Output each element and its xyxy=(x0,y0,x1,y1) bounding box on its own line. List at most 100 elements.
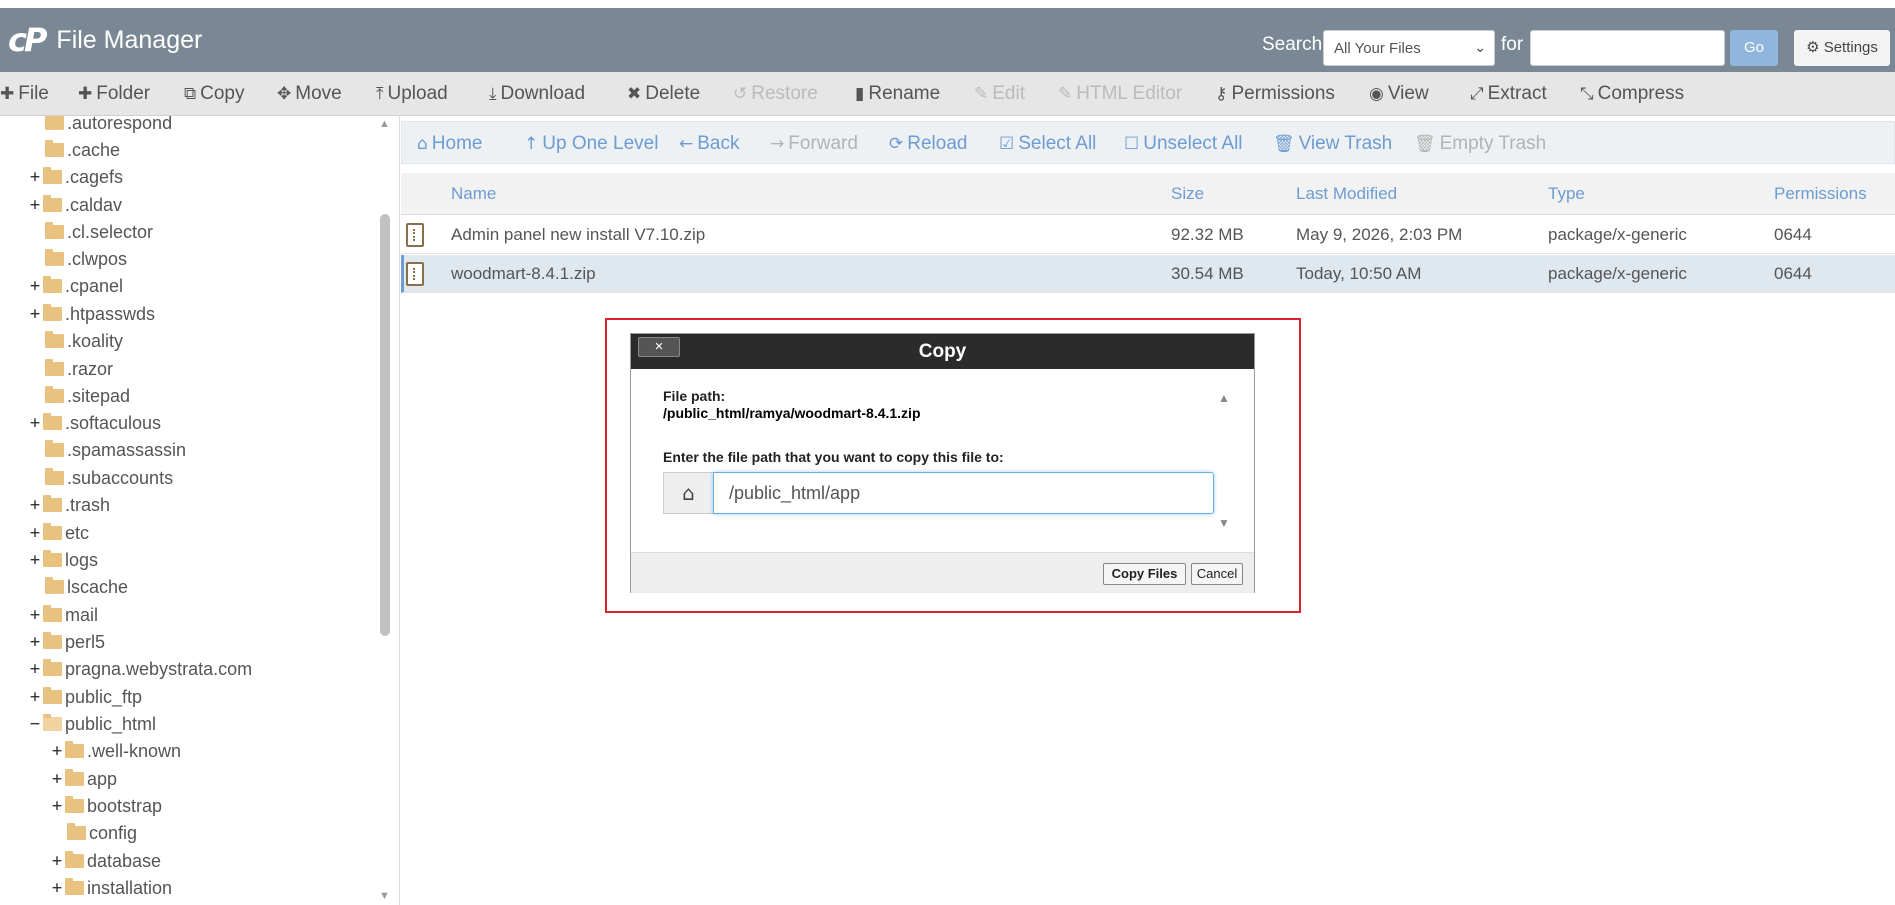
delete-button[interactable]: ✖ Delete xyxy=(627,72,700,116)
tree-item-public-ftp[interactable]: + public_ftp xyxy=(28,684,142,710)
tree-item-app[interactable]: + app xyxy=(50,766,117,792)
move-button[interactable]: ✥ Move xyxy=(277,72,342,116)
tree-item-mail[interactable]: + mail xyxy=(28,602,98,628)
tree-item-bootstrap[interactable]: + bootstrap xyxy=(50,793,162,819)
expand-toggle[interactable]: + xyxy=(50,766,64,792)
tree-item-perl5[interactable]: + perl5 xyxy=(28,629,105,655)
expand-toggle[interactable]: + xyxy=(50,793,64,819)
search-input[interactable] xyxy=(1530,30,1725,66)
expand-toggle[interactable]: + xyxy=(28,684,42,710)
expand-toggle[interactable]: + xyxy=(28,164,42,190)
app-header: cP File Manager Search All Your Files ⌄ … xyxy=(0,8,1895,72)
scroll-up-icon[interactable]: ▲ xyxy=(379,118,390,130)
view-button[interactable]: ◉ View xyxy=(1369,72,1429,116)
tree-item-htpasswds[interactable]: + .htpasswds xyxy=(28,301,155,327)
tree-item-config[interactable]: config xyxy=(52,820,137,846)
cpanel-logo[interactable]: cP File Manager xyxy=(8,21,202,59)
tree-item-installation[interactable]: + installation xyxy=(50,875,172,901)
column-type[interactable]: Type xyxy=(1548,173,1585,215)
tree-item-autorespond[interactable]: .autorespond xyxy=(30,116,172,136)
expand-toggle[interactable]: + xyxy=(28,273,42,299)
tree-item-logs[interactable]: + logs xyxy=(28,547,98,573)
scroll-up-icon[interactable]: ▲ xyxy=(1218,391,1230,405)
expand-toggle[interactable]: + xyxy=(28,301,42,327)
column-name[interactable]: Name xyxy=(451,173,496,215)
extract-button[interactable]: ⤢ Extract xyxy=(1470,72,1547,116)
tree-item-softaculous[interactable]: + .softaculous xyxy=(28,410,161,436)
permissions-button[interactable]: ⚷ Permissions xyxy=(1215,72,1335,116)
expand-toggle[interactable]: + xyxy=(28,520,42,546)
back-button[interactable]: ← Back xyxy=(679,122,740,165)
expand-toggle[interactable]: + xyxy=(28,629,42,655)
tree-item-trash[interactable]: + .trash xyxy=(28,492,110,518)
file-row[interactable]: Admin panel new install V7.10.zip 92.32 … xyxy=(401,216,1895,254)
file-path-label: File path: xyxy=(663,388,726,404)
scroll-down-icon[interactable]: ▼ xyxy=(379,890,390,902)
view-trash-button[interactable]: 🗑 View Trash xyxy=(1273,122,1392,165)
tree-item-clwpos[interactable]: .clwpos xyxy=(30,246,127,272)
close-button[interactable]: × xyxy=(638,337,680,357)
compress-button[interactable]: ⤡ Compress xyxy=(1580,72,1684,116)
scroll-down-icon[interactable]: ▼ xyxy=(1218,516,1230,530)
expand-toggle[interactable]: + xyxy=(50,848,64,874)
new-folder-button[interactable]: ✚ Folder xyxy=(78,72,150,116)
tree-item-sitepad[interactable]: .sitepad xyxy=(30,383,130,409)
copy-button[interactable]: ⧉ Copy xyxy=(184,72,245,116)
tree-item-cache[interactable]: .cache xyxy=(30,137,120,163)
tree-scroll-thumb[interactable] xyxy=(380,214,390,636)
copy-label: Copy xyxy=(200,83,245,104)
expand-toggle[interactable]: + xyxy=(28,602,42,628)
tree-item-label: .koality xyxy=(67,331,124,351)
expand-toggle[interactable]: + xyxy=(50,875,64,901)
go-button[interactable]: Go xyxy=(1730,30,1778,66)
tree-item-cpanel[interactable]: + .cpanel xyxy=(28,273,123,299)
up-one-level-button[interactable]: ↑ Up One Level xyxy=(524,122,658,165)
trash-icon: 🗑 xyxy=(1273,134,1295,154)
tree-item-well-known[interactable]: + .well-known xyxy=(50,738,181,764)
new-file-button[interactable]: ✚ File xyxy=(0,72,49,116)
tree-item-pragna[interactable]: + pragna.webystrata.com xyxy=(28,656,252,682)
expand-toggle[interactable]: + xyxy=(28,410,42,436)
tree-item-public-html[interactable]: − public_html xyxy=(28,711,156,737)
tree-item-subaccounts[interactable]: .subaccounts xyxy=(30,465,173,491)
tree-item-caldav[interactable]: + .caldav xyxy=(28,192,122,218)
unselect-all-button[interactable]: ☐ Unselect All xyxy=(1124,122,1243,165)
search-scope-select[interactable]: All Your Files ⌄ xyxy=(1323,30,1495,66)
upload-button[interactable]: ⤒ Upload xyxy=(376,72,448,116)
tree-item-lscache[interactable]: lscache xyxy=(30,574,128,600)
tree-item-koality[interactable]: .koality xyxy=(30,328,123,354)
column-size[interactable]: Size xyxy=(1171,173,1204,215)
tree-item-database[interactable]: + database xyxy=(50,848,161,874)
select-all-button[interactable]: ☑ Select All xyxy=(999,122,1096,165)
tree-item-razor[interactable]: .razor xyxy=(30,356,113,382)
tree-item-etc[interactable]: + etc xyxy=(28,520,89,546)
home-button[interactable]: ⌂ Home xyxy=(417,122,482,165)
expand-toggle[interactable]: + xyxy=(28,492,42,518)
expand-toggle[interactable]: + xyxy=(28,547,42,573)
column-last-modified[interactable]: Last Modified xyxy=(1296,173,1397,215)
tree-item-label: logs xyxy=(65,550,99,570)
download-button[interactable]: ⤓ Download xyxy=(489,72,585,116)
collapse-toggle[interactable]: − xyxy=(28,711,42,737)
expand-toggle[interactable]: + xyxy=(28,656,42,682)
destination-path-input[interactable]: /public_html/app xyxy=(713,472,1214,514)
cancel-button[interactable]: Cancel xyxy=(1191,563,1243,585)
html-editor-button[interactable]: ✎ HTML Editor xyxy=(1058,72,1182,116)
copy-files-button[interactable]: Copy Files xyxy=(1103,563,1186,585)
column-permissions[interactable]: Permissions xyxy=(1774,173,1867,215)
file-row[interactable]: woodmart-8.4.1.zip 30.54 MB Today, 10:50… xyxy=(401,255,1895,293)
tree-item-cl-selector[interactable]: .cl.selector xyxy=(30,219,153,245)
restore-button[interactable]: ↺ Restore xyxy=(733,72,818,116)
tree-item-spamassassin[interactable]: .spamassassin xyxy=(30,437,186,463)
rename-button[interactable]: ▮ Rename xyxy=(855,72,940,116)
reload-button[interactable]: ⟳ Reload xyxy=(889,122,967,165)
expand-toggle[interactable]: + xyxy=(50,738,64,764)
folder-icon xyxy=(65,878,84,895)
forward-button[interactable]: → Forward xyxy=(770,122,858,165)
tree-item-cagefs[interactable]: + .cagefs xyxy=(28,164,123,190)
settings-button[interactable]: ⚙ Settings xyxy=(1794,30,1890,66)
up-label: Up One Level xyxy=(542,133,659,154)
edit-button[interactable]: ✎ Edit xyxy=(974,72,1025,116)
expand-toggle[interactable]: + xyxy=(28,192,42,218)
empty-trash-button[interactable]: 🗑 Empty Trash xyxy=(1414,122,1546,165)
